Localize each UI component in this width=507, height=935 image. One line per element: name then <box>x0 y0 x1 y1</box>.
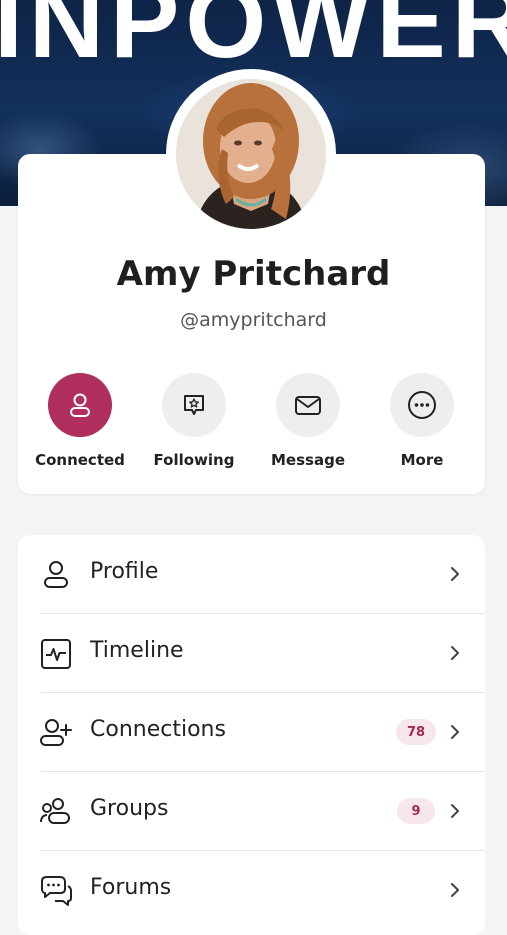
profile-name: Amy Pritchard <box>116 254 391 294</box>
connections-count-badge: 78 <box>396 719 436 745</box>
message-label: Message <box>271 451 345 469</box>
connected-button-circle[interactable] <box>48 373 112 437</box>
message-button-circle[interactable] <box>276 373 340 437</box>
person-outline-icon <box>44 561 68 588</box>
person-add-icon <box>40 719 72 746</box>
chevron-right-icon <box>451 804 459 818</box>
menu-item-label: Groups <box>90 796 169 821</box>
banner-logo-text: INPOWER <box>0 0 507 80</box>
following-label: Following <box>153 451 235 469</box>
more-button-circle[interactable] <box>390 373 454 437</box>
menu-item-timeline[interactable]: Timeline <box>18 614 485 693</box>
chevron-right-icon <box>451 725 459 739</box>
chevron-right-icon <box>451 567 459 581</box>
profile-handle: @amypritchard <box>180 309 327 331</box>
envelope-icon <box>295 396 321 415</box>
more-dots-icon <box>408 391 436 419</box>
star-chat-icon <box>184 395 204 415</box>
following-button-circle[interactable] <box>162 373 226 437</box>
group-icon <box>40 798 70 824</box>
more-label: More <box>400 451 444 469</box>
menu-item-forums[interactable]: Forums <box>18 851 485 930</box>
person-icon <box>70 393 90 417</box>
message-button[interactable]: Message <box>258 373 358 469</box>
chat-bubbles-icon <box>41 876 72 906</box>
menu-item-connections[interactable]: Connections 78 <box>18 693 485 772</box>
more-button[interactable]: More <box>372 373 472 469</box>
connected-button[interactable]: Connected <box>30 373 130 469</box>
connected-label: Connected <box>35 451 125 469</box>
avatar[interactable] <box>176 79 326 229</box>
following-button[interactable]: Following <box>144 373 244 469</box>
menu-item-profile[interactable]: Profile <box>18 535 485 614</box>
menu-item-label: Forums <box>90 875 172 900</box>
menu-item-label: Profile <box>90 559 159 584</box>
menu-item-groups[interactable]: Groups 9 <box>18 772 485 851</box>
menu-item-label: Connections <box>90 717 226 742</box>
chevron-right-icon <box>451 646 459 660</box>
chevron-right-icon <box>451 883 459 897</box>
activity-pulse-icon <box>41 639 71 669</box>
groups-count-badge: 9 <box>397 798 435 824</box>
menu-item-label: Timeline <box>90 638 184 663</box>
